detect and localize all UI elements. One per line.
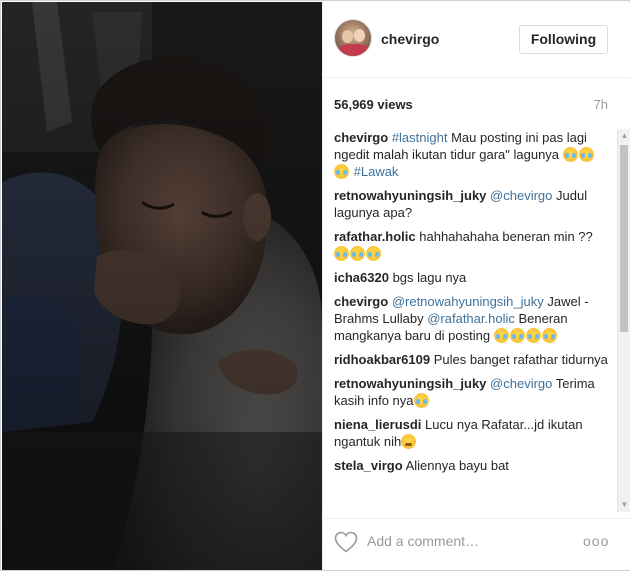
post-stats: 56,969 views 7h	[323, 92, 630, 116]
comment-item: chevirgo @retnowahyuningsih_juky Jawel -…	[323, 293, 618, 344]
comment-username[interactable]: chevirgo	[334, 294, 388, 309]
comment-username[interactable]: chevirgo	[334, 130, 388, 145]
comment-username[interactable]: icha6320	[334, 270, 389, 285]
crying-laughing-emoji-icon	[350, 246, 365, 261]
crying-laughing-emoji-icon	[334, 164, 349, 179]
comment-text: Aliennya bayu bat	[405, 458, 509, 473]
comment-item: niena_lierusdi Lucu nya Rafatar...jd iku…	[323, 416, 618, 450]
post-footer: ooo	[323, 518, 630, 570]
comment-username[interactable]: niena_lierusdi	[334, 417, 421, 432]
hashtag-link[interactable]: #Lawak	[354, 164, 399, 179]
post-header: chevirgo Following	[323, 2, 630, 78]
comment-item: rafathar.holic hahhahahaha beneran min ?…	[323, 228, 618, 262]
sleepy-emoji-icon	[401, 434, 417, 449]
comment-item: stela_virgo Aliennya bayu bat	[323, 457, 618, 474]
post-side-panel: chevirgo Following 56,969 views 7h chevi…	[322, 2, 630, 570]
comment-username[interactable]: ridhoakbar6109	[334, 352, 430, 367]
comment-item: chevirgo #lastnight Mau posting ini pas …	[323, 129, 618, 180]
post-username[interactable]: chevirgo	[381, 31, 439, 47]
heart-outline-icon[interactable]	[334, 531, 358, 553]
comment-item: retnowahyuningsih_juky @chevirgo Terima …	[323, 375, 618, 409]
crying-laughing-emoji-icon	[541, 328, 557, 343]
crying-laughing-emoji-icon	[562, 147, 578, 162]
comment-input[interactable]	[367, 531, 567, 551]
sleeping-child-photo	[2, 2, 322, 570]
post-time[interactable]: 7h	[594, 97, 608, 112]
comment-item: retnowahyuningsih_juky @chevirgo Judul l…	[323, 187, 618, 221]
comment-username[interactable]: retnowahyuningsih_juky	[334, 188, 486, 203]
scroll-up-arrow-icon[interactable]: ▲	[618, 129, 630, 143]
crying-laughing-emoji-icon	[334, 246, 349, 261]
crying-laughing-emoji-icon	[525, 328, 541, 343]
scroll-down-arrow-icon[interactable]: ▼	[618, 498, 630, 512]
post-video[interactable]	[2, 2, 322, 570]
comment-item: icha6320 bgs lagu nya	[323, 269, 618, 286]
comment-item: ridhoakbar6109 Pules banget rafathar tid…	[323, 351, 618, 368]
comment-username[interactable]: stela_virgo	[334, 458, 403, 473]
hashtag-link[interactable]: #lastnight	[392, 130, 448, 145]
crying-laughing-emoji-icon	[493, 328, 509, 343]
avatar[interactable]	[334, 19, 372, 57]
comment-text: Pules banget rafathar tidurnya	[433, 352, 608, 367]
mention-link[interactable]: @retnowahyuningsih_juky	[392, 294, 544, 309]
comment-text: bgs lagu nya	[392, 270, 467, 285]
following-button[interactable]: Following	[519, 25, 608, 54]
mention-link[interactable]: @rafathar.holic	[427, 311, 515, 326]
comment-username[interactable]: rafathar.holic	[334, 229, 416, 244]
comment-scrollbar[interactable]: ▲ ▼	[617, 129, 630, 512]
crying-laughing-emoji-icon	[509, 328, 525, 343]
view-count: 56,969 views	[334, 97, 413, 112]
crying-laughing-emoji-icon	[578, 147, 594, 162]
mention-link[interactable]: @chevirgo	[490, 376, 552, 391]
comment-text: hahhahahaha beneran min ??	[419, 229, 593, 244]
scroll-thumb[interactable]	[620, 145, 628, 332]
grinning-emoji-icon	[413, 393, 429, 408]
comment-list[interactable]: chevirgo #lastnight Mau posting ini pas …	[323, 129, 618, 512]
comment-username[interactable]: retnowahyuningsih_juky	[334, 376, 486, 391]
crying-laughing-emoji-icon	[366, 246, 381, 261]
post-modal: chevirgo Following 56,969 views 7h chevi…	[0, 0, 630, 571]
mention-link[interactable]: @chevirgo	[490, 188, 552, 203]
more-options-icon[interactable]: ooo	[583, 531, 613, 551]
